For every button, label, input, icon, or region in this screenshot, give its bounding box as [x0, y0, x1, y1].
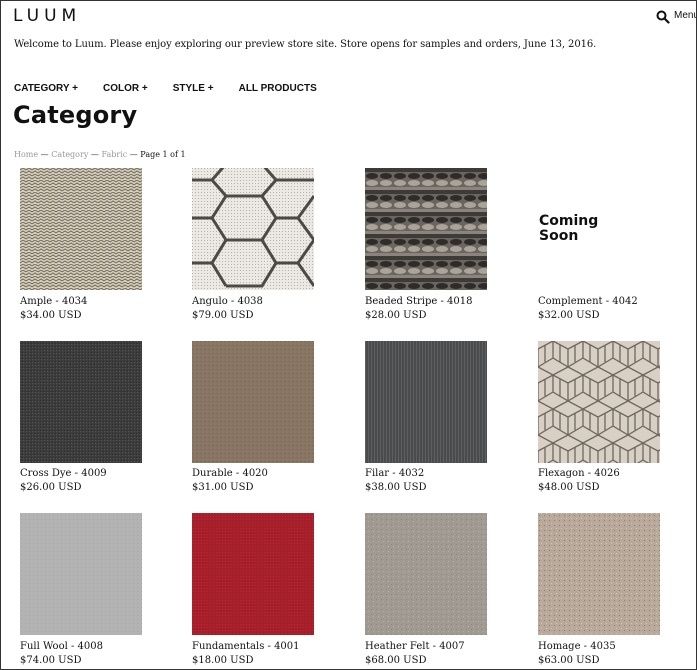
- search-icon[interactable]: [656, 10, 670, 24]
- product-name[interactable]: Fundamentals - 4001: [192, 641, 300, 652]
- ample-swatch-image: [20, 168, 142, 290]
- homage-swatch-image: [538, 513, 660, 635]
- breadcrumb-home[interactable]: Home: [14, 150, 38, 159]
- product-image-complement[interactable]: Coming Soon: [538, 168, 660, 290]
- beaded-stripe-swatch-image: [365, 168, 487, 290]
- breadcrumb-fabric[interactable]: Fabric: [101, 150, 127, 159]
- product-image-fundamentals[interactable]: [192, 513, 314, 635]
- nav-all-products[interactable]: ALL PRODUCTS: [239, 83, 317, 94]
- flexagon-swatch-image: [538, 341, 660, 463]
- product-name[interactable]: Ample - 4034: [20, 296, 87, 307]
- breadcrumb-separator: —: [38, 150, 52, 159]
- page-title: Category: [13, 101, 138, 129]
- product-image-full-wool[interactable]: [20, 513, 142, 635]
- breadcrumb-separator: —: [88, 150, 102, 159]
- page-frame: LUUM Menu Welcome to Luum. Please enjoy …: [0, 0, 697, 670]
- product-name[interactable]: Filar - 4032: [365, 468, 424, 479]
- product-price: $38.00 USD: [365, 482, 427, 493]
- category-nav: CATEGORY + COLOR + STYLE + ALL PRODUCTS: [14, 83, 342, 94]
- product-price: $31.00 USD: [192, 482, 254, 493]
- product-image-angulo[interactable]: [192, 168, 314, 290]
- product-image-filar[interactable]: [365, 341, 487, 463]
- welcome-message: Welcome to Luum. Please enjoy exploring …: [14, 39, 597, 50]
- product-price: $32.00 USD: [538, 310, 600, 321]
- full-wool-swatch-image: [20, 513, 142, 635]
- product-name[interactable]: Cross Dye - 4009: [20, 468, 107, 479]
- product-name[interactable]: Beaded Stripe - 4018: [365, 296, 472, 307]
- menu-link[interactable]: Menu: [674, 10, 696, 21]
- product-price: $68.00 USD: [365, 655, 427, 666]
- product-price: $18.00 USD: [192, 655, 254, 666]
- product-price: $74.00 USD: [20, 655, 82, 666]
- product-name[interactable]: Homage - 4035: [538, 641, 616, 652]
- coming-soon-label: Coming Soon: [539, 213, 599, 244]
- product-image-heather-felt[interactable]: [365, 513, 487, 635]
- fundamentals-swatch-image: [192, 513, 314, 635]
- product-image-beaded-stripe[interactable]: [365, 168, 487, 290]
- heather-felt-swatch-image: [365, 513, 487, 635]
- product-image-flexagon[interactable]: [538, 341, 660, 463]
- luum-logo[interactable]: LUUM: [13, 6, 81, 26]
- breadcrumb-category[interactable]: Category: [51, 150, 88, 159]
- product-price: $63.00 USD: [538, 655, 600, 666]
- filar-swatch-image: [365, 341, 487, 463]
- product-name[interactable]: Full Wool - 4008: [20, 641, 103, 652]
- product-name[interactable]: Durable - 4020: [192, 468, 268, 479]
- product-price: $48.00 USD: [538, 482, 600, 493]
- product-name[interactable]: Flexagon - 4026: [538, 468, 620, 479]
- product-price: $79.00 USD: [192, 310, 254, 321]
- angulo-swatch-image: [192, 168, 314, 290]
- product-image-homage[interactable]: [538, 513, 660, 635]
- durable-swatch-image: [192, 341, 314, 463]
- breadcrumb-separator: —: [127, 150, 141, 159]
- product-name[interactable]: Heather Felt - 4007: [365, 641, 465, 652]
- product-image-cross-dye[interactable]: [20, 341, 142, 463]
- breadcrumb-page-count: Page 1 of 1: [140, 150, 186, 159]
- product-image-durable[interactable]: [192, 341, 314, 463]
- product-image-ample[interactable]: [20, 168, 142, 290]
- product-name[interactable]: Complement - 4042: [538, 296, 638, 307]
- product-price: $34.00 USD: [20, 310, 82, 321]
- nav-category[interactable]: CATEGORY +: [14, 83, 78, 94]
- nav-color[interactable]: COLOR +: [103, 83, 148, 94]
- cross-dye-swatch-image: [20, 341, 142, 463]
- product-price: $26.00 USD: [20, 482, 82, 493]
- nav-style[interactable]: STYLE +: [173, 83, 214, 94]
- breadcrumb: Home — Category — Fabric — Page 1 of 1: [14, 150, 186, 159]
- product-name[interactable]: Angulo - 4038: [192, 296, 263, 307]
- product-price: $28.00 USD: [365, 310, 427, 321]
